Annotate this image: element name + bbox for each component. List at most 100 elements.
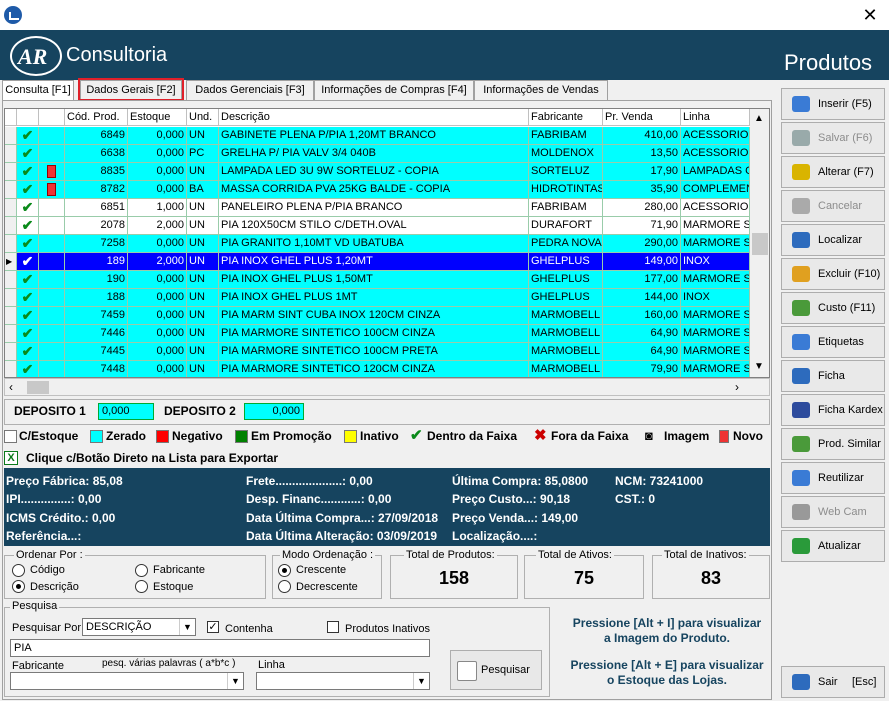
- products-grid[interactable]: Cód. Prod. Estoque Und. Descrição Fabric…: [4, 108, 770, 378]
- scroll-up-icon[interactable]: ▲: [754, 113, 764, 124]
- chevron-down-icon[interactable]: ▼: [227, 673, 243, 689]
- cell-desc[interactable]: PIA INOX GHEL PLUS 1,20MT: [219, 253, 529, 271]
- row-indicator[interactable]: [5, 289, 17, 307]
- cell-stock[interactable]: 0,000: [128, 127, 187, 145]
- row-indicator[interactable]: [5, 307, 17, 325]
- cell-line[interactable]: MARMORE S: [681, 325, 750, 343]
- cell-desc[interactable]: PIA 120X50CM STILO C/DETH.OVAL: [219, 217, 529, 235]
- table-row[interactable]: ✔ 2078 2,000 UN PIA 120X50CM STILO C/DETH.OV…: [5, 217, 750, 235]
- row-indicator[interactable]: [5, 361, 17, 377]
- cell-code[interactable]: 7446: [65, 325, 128, 343]
- tab-dados-gerenciais[interactable]: Dados Gerenciais [F3]: [186, 80, 314, 100]
- row-indicator[interactable]: [5, 343, 17, 361]
- table-row[interactable]: ✔ 7445 0,000 UN PIA MARMORE SINTETICO 100CM …: [5, 343, 750, 361]
- cell-line[interactable]: MARMORE S: [681, 343, 750, 361]
- cell-desc[interactable]: MASSA CORRIDA PVA 25KG BALDE - COPIA: [219, 181, 529, 199]
- contenha-checkbox[interactable]: ✓: [207, 621, 219, 633]
- hscroll-thumb[interactable]: [27, 381, 49, 394]
- cell-unit[interactable]: UN: [187, 199, 219, 217]
- cell-maker[interactable]: MOLDENOX: [529, 145, 603, 163]
- radio-decrescente[interactable]: [278, 580, 291, 593]
- cell-code[interactable]: 8835: [65, 163, 128, 181]
- row-indicator[interactable]: [5, 271, 17, 289]
- cell-unit[interactable]: UN: [187, 343, 219, 361]
- search-button[interactable]: Localizar (F9): [781, 224, 885, 276]
- cell-unit[interactable]: PC: [187, 145, 219, 163]
- cell-code[interactable]: 7448: [65, 361, 128, 377]
- table-row[interactable]: ✔ 8835 0,000 UN LAMPADA LED 3U 9W SORTELUZ -…: [5, 163, 750, 181]
- cell-stock[interactable]: 0,000: [128, 289, 187, 307]
- cell-stock[interactable]: 0,000: [128, 181, 187, 199]
- cell-maker[interactable]: MARMOBELL: [529, 361, 603, 377]
- cell-maker[interactable]: MARMOBELL: [529, 325, 603, 343]
- tab-informacoes-compras[interactable]: Informações de Compras [F4]: [314, 80, 474, 100]
- cell-stock[interactable]: 0,000: [128, 235, 187, 253]
- column-header[interactable]: Pr. Venda: [603, 109, 681, 126]
- edit-button[interactable]: Alterar (F7): [781, 156, 885, 188]
- table-row[interactable]: ✔ 7258 0,000 UN PIA GRANITO 1,10MT VD UBATUB…: [5, 235, 750, 253]
- cell-desc[interactable]: GABINETE PLENA P/PIA 1,20MT BRANCO: [219, 127, 529, 145]
- cell-price[interactable]: 35,90: [603, 181, 681, 199]
- table-row[interactable]: ✔ 8782 0,000 BA MASSA CORRIDA PVA 25KG BALDE…: [5, 181, 750, 199]
- cell-code[interactable]: 7445: [65, 343, 128, 361]
- vertical-scrollbar[interactable]: ▲ ▼: [750, 109, 769, 377]
- cell-code[interactable]: 7459: [65, 307, 128, 325]
- cell-stock[interactable]: 0,000: [128, 271, 187, 289]
- cell-unit[interactable]: UN: [187, 271, 219, 289]
- radio-codigo[interactable]: [12, 564, 25, 577]
- table-row[interactable]: ✔ 6851 1,000 UN PANELEIRO PLENA P/PIA BRANCO…: [5, 199, 750, 217]
- cell-unit[interactable]: UN: [187, 307, 219, 325]
- cell-maker[interactable]: MARMOBELL: [529, 307, 603, 325]
- insert-button[interactable]: Inserir (F5): [781, 88, 885, 120]
- tag-button[interactable]: Etiquetas (F12): [781, 326, 885, 378]
- cell-code[interactable]: 8782: [65, 181, 128, 199]
- cell-maker[interactable]: MARMOBELL: [529, 343, 603, 361]
- cell-line[interactable]: MARMORE S: [681, 361, 750, 377]
- inativos-checkbox[interactable]: [327, 621, 339, 633]
- table-row[interactable]: ✔ 7459 0,000 UN PIA MARM SINT CUBA INOX 120C…: [5, 307, 750, 325]
- row-indicator[interactable]: [5, 181, 17, 199]
- table-row[interactable]: ✔ 6638 0,000 PC GRELHA P/ PIA VALV 3/4 040B M…: [5, 145, 750, 163]
- cell-line[interactable]: COMPLEMEN: [681, 181, 750, 199]
- cell-unit[interactable]: UN: [187, 325, 219, 343]
- cell-desc[interactable]: PIA MARMORE SINTETICO 100CM PRETA: [219, 343, 529, 361]
- cell-maker[interactable]: SORTELUZ: [529, 163, 603, 181]
- cell-line[interactable]: INOX: [681, 289, 750, 307]
- column-header[interactable]: Fabricante: [529, 109, 603, 126]
- cell-line[interactable]: MARMORE S: [681, 307, 750, 325]
- cell-line[interactable]: ACESSORIO: [681, 199, 750, 217]
- scroll-thumb[interactable]: [752, 233, 768, 255]
- cell-price[interactable]: 410,00: [603, 127, 681, 145]
- cell-maker[interactable]: PEDRA NOVA: [529, 235, 603, 253]
- row-indicator[interactable]: [5, 217, 17, 235]
- cell-unit[interactable]: UN: [187, 361, 219, 377]
- save-button[interactable]: Salvar (F6): [781, 122, 885, 154]
- cell-desc[interactable]: LAMPADA LED 3U 9W SORTELUZ - COPIA: [219, 163, 529, 181]
- column-header[interactable]: Linha: [681, 109, 750, 126]
- cell-unit[interactable]: UN: [187, 235, 219, 253]
- close-window-button[interactable]: ✕: [856, 3, 884, 27]
- cell-maker[interactable]: GHELPLUS: [529, 289, 603, 307]
- cart-button[interactable]: Prod. Similar: [781, 428, 885, 460]
- cell-line[interactable]: MARMORE S: [681, 235, 750, 253]
- cell-desc[interactable]: PIA MARMORE SINTETICO 120CM CINZA: [219, 361, 529, 377]
- cell-price[interactable]: 17,90: [603, 163, 681, 181]
- cell-stock[interactable]: 2,000: [128, 253, 187, 271]
- cell-line[interactable]: ACESSORIO: [681, 127, 750, 145]
- row-indicator[interactable]: [5, 325, 17, 343]
- cell-desc[interactable]: PIA INOX GHEL PLUS 1,50MT: [219, 271, 529, 289]
- refresh-button[interactable]: Atualizar: [781, 530, 885, 562]
- cell-unit[interactable]: UN: [187, 253, 219, 271]
- scroll-right-icon[interactable]: ›: [735, 380, 739, 394]
- cell-stock[interactable]: 0,000: [128, 343, 187, 361]
- delete-button[interactable]: Excluir (F10): [781, 258, 885, 290]
- cell-code[interactable]: 190: [65, 271, 128, 289]
- cell-code[interactable]: 2078: [65, 217, 128, 235]
- radio-crescente[interactable]: [278, 564, 291, 577]
- column-header[interactable]: Und.: [187, 109, 219, 126]
- cell-desc[interactable]: PIA GRANITO 1,10MT VD UBATUBA: [219, 235, 529, 253]
- cell-price[interactable]: 71,90: [603, 217, 681, 235]
- table-row[interactable]: ▶ ✔ 189 2,000 UN PIA INOX GHEL PLUS 1,20MT GHE…: [5, 253, 750, 271]
- cell-price[interactable]: 144,00: [603, 289, 681, 307]
- cell-maker[interactable]: HIDROTINTAS: [529, 181, 603, 199]
